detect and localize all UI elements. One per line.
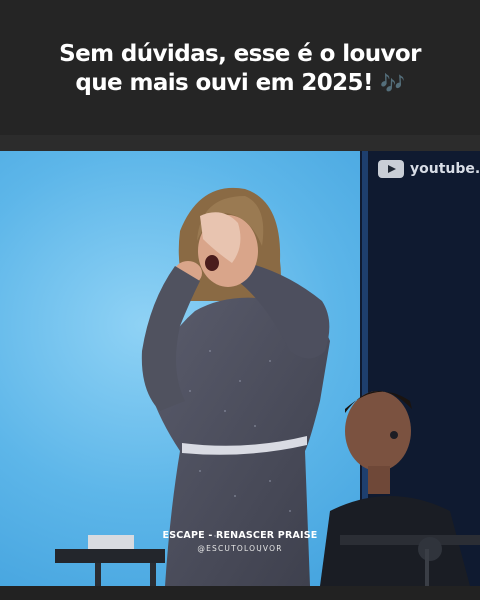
channel-handle: @ESCUTOLOUVOR: [197, 544, 283, 553]
youtube-play-icon: [378, 160, 404, 178]
bottom-strip: [0, 586, 480, 600]
divider-strip: [0, 135, 480, 151]
post-caption: Sem dúvidas, esse é o louvor que mais ou…: [0, 40, 480, 98]
youtube-watermark: youtube.c: [378, 160, 480, 178]
caption-line-1: Sem dúvidas, esse é o louvor: [59, 41, 421, 67]
caption-line-2: que mais ouvi em 2025!: [75, 70, 373, 96]
song-title: ESCAPE - RENASCER PRAISE: [162, 530, 318, 541]
video-player[interactable]: [0, 151, 480, 586]
watermark-text: youtube.c: [410, 161, 480, 177]
caption-banner: Sem dúvidas, esse é o louvor que mais ou…: [0, 0, 480, 135]
music-notes-icon: 🎶: [380, 71, 405, 95]
concert-frame: [0, 151, 480, 586]
